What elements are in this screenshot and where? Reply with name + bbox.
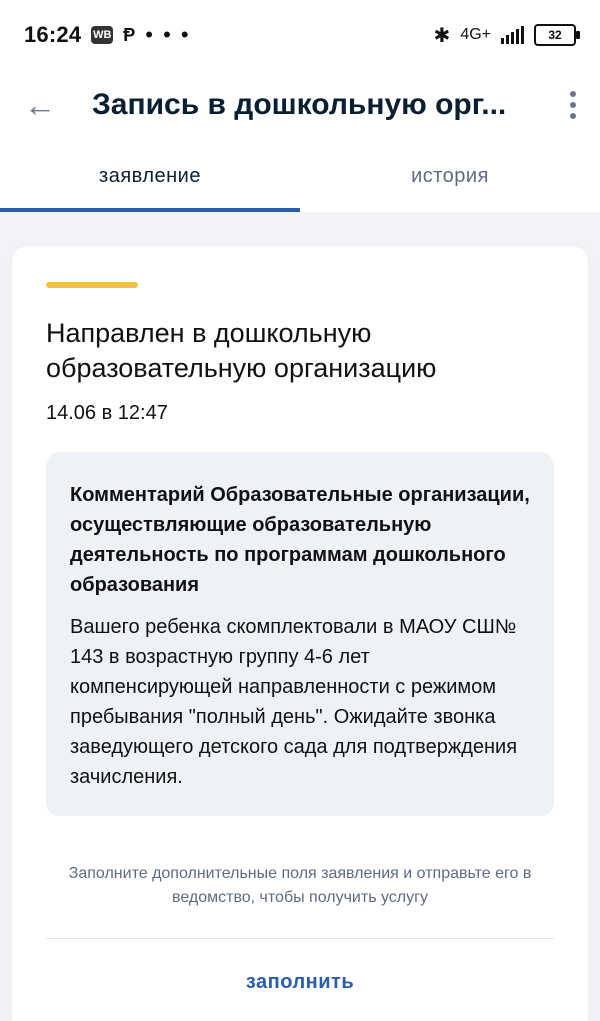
bluetooth-icon: ✱: [433, 24, 451, 47]
comment-box: Комментарий Образовательные организации,…: [46, 452, 554, 816]
battery-icon: 32: [534, 24, 580, 46]
status-card: Направлен в дошкольную образовательную о…: [12, 246, 588, 1021]
divider: [46, 938, 554, 939]
arrow-left-icon[interactable]: ←: [24, 89, 56, 121]
more-vertical-icon[interactable]: [570, 91, 576, 119]
p-icon: Ᵽ: [123, 24, 136, 45]
status-date: 14.06 в 12:47: [46, 402, 168, 424]
status-left: 16:24 WB Ᵽ • • •: [24, 22, 191, 48]
status-title: Направлен в дошкольную образовательную о…: [46, 318, 437, 383]
hint-text: Заполните дополнительные поля заявления …: [68, 865, 532, 906]
app-screen: 16:24 WB Ᵽ • • • ✱ 4G+ 32 ← Запись в дош…: [0, 0, 600, 1021]
page-title: Запись в дошкольную орг...: [92, 88, 507, 121]
tab-application-label: заявление: [99, 164, 201, 187]
status-right: ✱ 4G+ 32: [433, 23, 580, 48]
signal-icon: [501, 26, 524, 44]
comment-text: Вашего ребенка скомплектовали в МАОУ СШ№…: [70, 616, 518, 788]
app-bar: ← Запись в дошкольную орг...: [0, 70, 600, 140]
tab-application[interactable]: заявление: [0, 140, 300, 212]
battery-level: 32: [548, 28, 562, 42]
status-time: 16:24: [24, 22, 82, 47]
wb-badge-icon: WB: [91, 26, 114, 44]
fill-button[interactable]: заполнить: [12, 962, 588, 1002]
notification-dots-icon: • • •: [145, 22, 191, 47]
tab-history[interactable]: история: [300, 140, 600, 212]
status-bar: 16:24 WB Ᵽ • • • ✱ 4G+ 32: [0, 0, 600, 70]
tab-history-label: история: [411, 164, 489, 187]
tab-bar: заявление история: [0, 140, 600, 212]
comment-title: Комментарий Образовательные организации,…: [70, 484, 530, 596]
status-accent-bar: [46, 282, 138, 288]
network-label: 4G+: [460, 26, 491, 43]
